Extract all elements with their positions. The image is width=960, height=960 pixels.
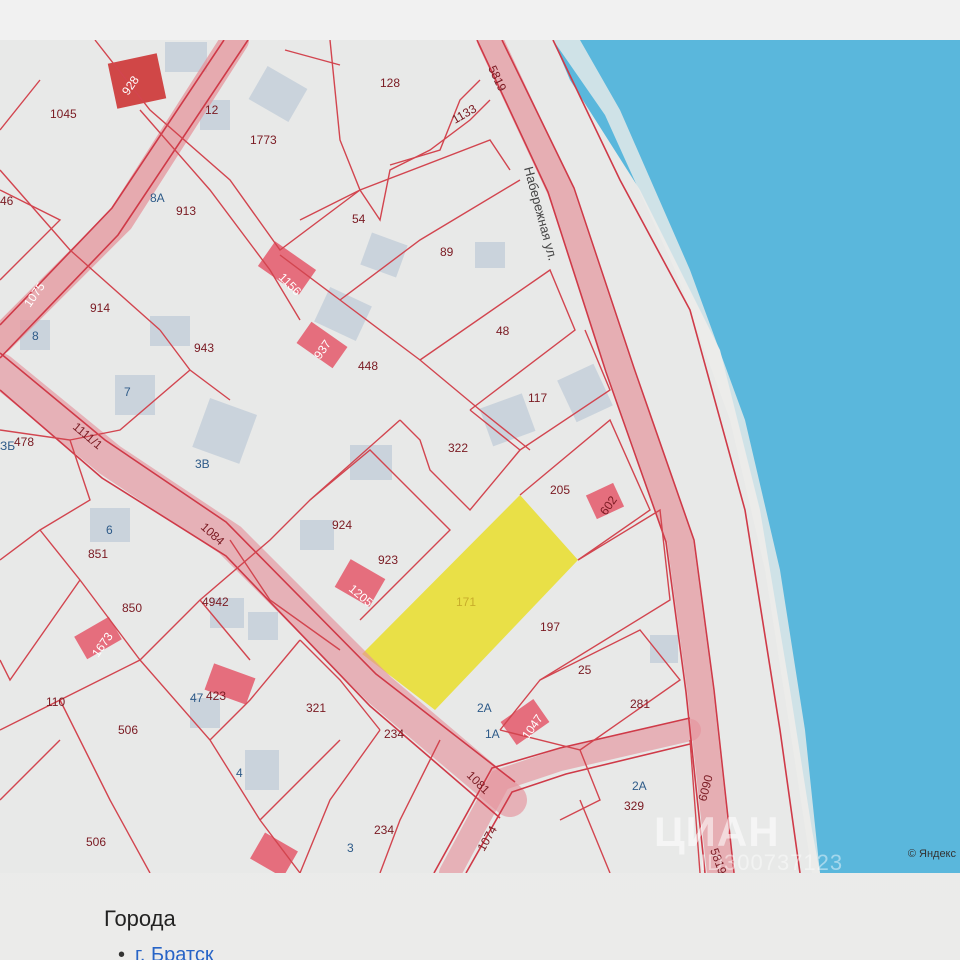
- parcel-label: 48: [496, 324, 510, 338]
- parcel-label: 8: [32, 329, 39, 343]
- parcel-label: 234: [384, 727, 404, 741]
- cadastral-map[interactable]: 1045 928 12 1773 128 1133 5819 46 8А 913…: [0, 40, 960, 873]
- parcel-label: 46: [0, 194, 14, 208]
- map-attribution[interactable]: © Яндекс: [908, 848, 956, 860]
- parcel-label: 3: [347, 841, 354, 855]
- parcel-label: 54: [352, 212, 366, 226]
- parcel-label: 850: [122, 601, 142, 615]
- parcel-label: 89: [440, 245, 454, 259]
- parcel-label: 1А: [485, 727, 500, 741]
- parcel-label: 12: [205, 103, 219, 117]
- parcel-label: 923: [378, 553, 398, 567]
- parcel-label: 506: [86, 835, 106, 849]
- parcel-label: 47: [190, 691, 204, 705]
- parcel-label: 8А: [150, 191, 165, 205]
- map-canvas: 1045 928 12 1773 128 1133 5819 46 8А 913…: [0, 40, 960, 873]
- parcel-label: 128: [380, 76, 400, 90]
- parcel-label: 1045: [50, 107, 77, 121]
- parcel-label: 914: [90, 301, 110, 315]
- parcel-label: 205: [550, 483, 570, 497]
- parcel-label: 924: [332, 518, 352, 532]
- parcel-label: 197: [540, 620, 560, 634]
- parcel-label: 423: [206, 689, 226, 703]
- parcel-label: 2А: [477, 701, 492, 715]
- parcel-label: 234: [374, 823, 394, 837]
- parcel-label: 448: [358, 359, 378, 373]
- cities-heading: Города: [104, 906, 176, 931]
- parcel-label: ЗБ: [0, 439, 15, 453]
- parcel-label: 6: [106, 523, 113, 537]
- parcel-label: 3В: [195, 457, 210, 471]
- parcel-label: 2А: [632, 779, 647, 793]
- parcel-label: 4: [236, 766, 243, 780]
- parcel-label: 25: [578, 663, 592, 677]
- parcel-label: 171: [456, 595, 476, 609]
- parcel-label: 329: [624, 799, 644, 813]
- parcel-label: 281: [630, 697, 650, 711]
- parcel-label: 1773: [250, 133, 277, 147]
- parcel-label: 478: [14, 435, 34, 449]
- watermark: ЦИАН: [654, 808, 780, 855]
- parcel-label: 506: [118, 723, 138, 737]
- parcel-label: 321: [306, 701, 326, 715]
- parcel-label: 943: [194, 341, 214, 355]
- parcel-label: 4942: [202, 595, 229, 609]
- city-link[interactable]: г. Братск: [118, 944, 214, 960]
- parcel-label: 117: [528, 391, 547, 405]
- parcel-label: 851: [88, 547, 108, 561]
- browser-topbar: [0, 0, 960, 41]
- parcel-label: 110: [46, 695, 65, 709]
- screen: 1045 928 12 1773 128 1133 5819 46 8А 913…: [0, 0, 960, 960]
- parcel-label: 322: [448, 441, 468, 455]
- parcel-label: 913: [176, 204, 196, 218]
- watermark-id: ID300737123: [700, 850, 844, 875]
- parcel-label: 7: [124, 385, 131, 399]
- parcel-label: 1133: [450, 101, 480, 126]
